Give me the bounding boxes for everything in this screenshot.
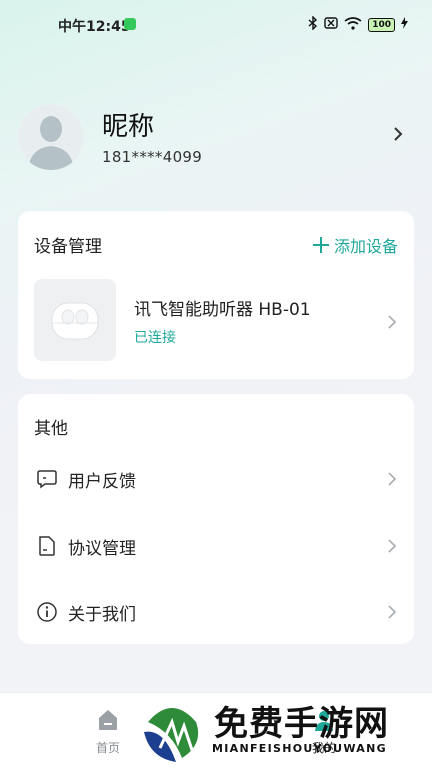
app-notification-icon [124, 18, 136, 30]
menu-label: 用户反馈 [68, 472, 136, 492]
default-avatar-icon [18, 104, 84, 170]
add-device-button[interactable]: 添加设备 [312, 233, 398, 257]
nickname: 昵称 [102, 112, 155, 142]
info-icon [37, 602, 57, 622]
watermark-subtitle: MIANFEISHOUYOUWANG [212, 742, 387, 755]
chevron-right-icon[interactable] [386, 315, 398, 329]
status-time: 中午12:45 [58, 19, 131, 35]
chevron-right-icon[interactable] [388, 124, 408, 144]
chevron-right-icon[interactable] [386, 539, 398, 553]
no-sim-icon [324, 17, 338, 32]
watermark: 免费手游网 MIANFEISHOUYOUWANG [134, 692, 426, 768]
menu-item-about[interactable]: 关于我们 [18, 584, 414, 640]
device-image [34, 279, 116, 361]
device-management-card: 设备管理 添加设备 讯飞智能助听器 HB-01 已连接 [18, 211, 414, 379]
document-icon [39, 536, 55, 556]
phone-number: 181****4099 [102, 148, 203, 166]
profile-header[interactable]: 昵称 181****4099 [18, 104, 414, 174]
watermark-title: 免费手游网 [214, 704, 389, 744]
status-icons: 100 [308, 15, 408, 33]
plus-icon [312, 237, 329, 253]
avatar[interactable] [18, 104, 84, 170]
device-name: 讯飞智能助听器 HB-01 [134, 300, 311, 320]
other-section-title: 其他 [34, 419, 68, 439]
menu-label: 关于我们 [68, 605, 136, 625]
nav-label-home: 首页 [95, 741, 120, 755]
home-icon [99, 710, 117, 730]
watermark-logo-icon [138, 696, 206, 764]
other-card: 其他 用户反馈 协议管理 关于我们 [18, 394, 414, 644]
nav-tab-home[interactable]: 首页 [86, 707, 130, 756]
status-bar: 中午12:45 100 [0, 0, 432, 50]
earbuds-case-icon [51, 302, 99, 340]
wifi-icon [344, 16, 362, 33]
menu-label: 协议管理 [68, 539, 136, 559]
battery-indicator: 100 [368, 17, 395, 32]
chevron-right-icon[interactable] [386, 472, 398, 486]
menu-item-agreement[interactable]: 协议管理 [18, 518, 414, 574]
chevron-right-icon[interactable] [386, 605, 398, 619]
message-icon [37, 470, 57, 489]
add-device-label: 添加设备 [333, 237, 398, 256]
device-section-title: 设备管理 [34, 237, 102, 257]
menu-item-feedback[interactable]: 用户反馈 [18, 451, 414, 507]
bluetooth-icon [308, 15, 318, 33]
device-status: 已连接 [134, 330, 176, 346]
charging-icon [401, 17, 408, 32]
